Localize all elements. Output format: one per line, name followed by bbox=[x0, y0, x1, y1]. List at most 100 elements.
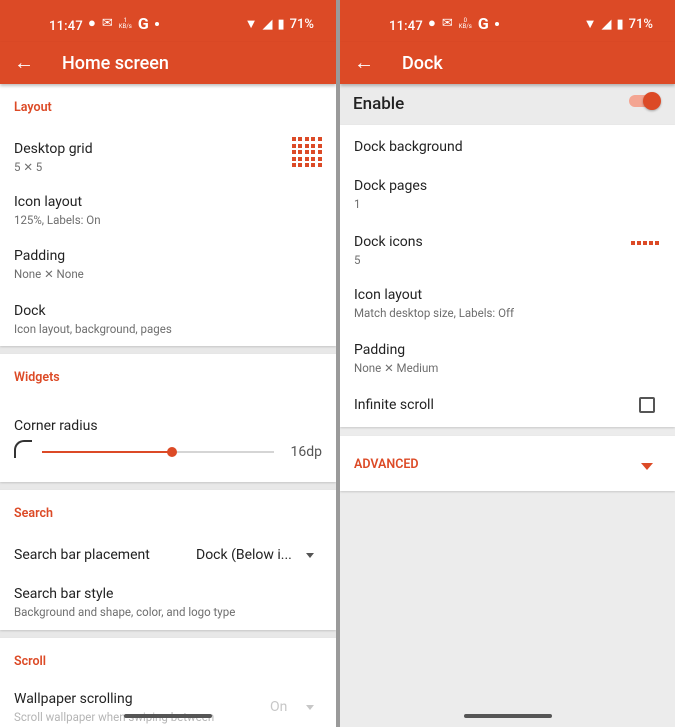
mail-icon: ✉ bbox=[441, 16, 453, 31]
padding-title: Padding bbox=[14, 248, 66, 264]
gesture-home-bar[interactable] bbox=[124, 714, 212, 718]
enable-label: Enable bbox=[353, 94, 405, 114]
dock-background-row[interactable]: Dock background bbox=[340, 139, 675, 155]
search-bar-placement-row[interactable]: Search bar placement Dock (Below i... bbox=[0, 547, 336, 563]
padding-row[interactable]: Padding None ✕ None bbox=[0, 248, 336, 281]
gesture-home-bar[interactable] bbox=[463, 714, 552, 718]
icon-layout-title: Icon layout bbox=[354, 287, 423, 303]
enable-row[interactable]: Enable bbox=[340, 84, 675, 125]
wallpaper-scrolling-row[interactable]: Wallpaper scrolling Scroll wallpaper whe… bbox=[0, 691, 336, 724]
slider-fill bbox=[42, 451, 172, 453]
screenshot-composite: 11:47 ● ✉ 1 KB/s G ▼ ◢ ▮ 71% ← Home scree… bbox=[0, 0, 675, 727]
signal-icon: ◢ bbox=[601, 16, 612, 32]
search-bar-style-title: Search bar style bbox=[14, 586, 114, 602]
battery-icon: ▮ bbox=[616, 16, 624, 32]
dropdown-arrow-icon[interactable] bbox=[306, 705, 314, 710]
dock-icons-row[interactable]: Dock icons 5 bbox=[340, 234, 675, 267]
dock-pages-subtitle: 1 bbox=[354, 197, 361, 211]
icon-layout-subtitle: Match desktop size, Labels: Off bbox=[354, 306, 514, 320]
dock-options-card: Dock background Dock pages 1 Dock icons … bbox=[340, 125, 675, 427]
battery-percent: 71% bbox=[289, 17, 314, 32]
expand-arrow-icon[interactable] bbox=[641, 463, 653, 470]
mail-icon: ✉ bbox=[101, 16, 113, 31]
corner-radius-value: 16dp bbox=[290, 444, 323, 460]
dock-background-title: Dock background bbox=[354, 139, 463, 155]
desktop-grid-title: Desktop grid bbox=[14, 141, 93, 157]
section-header-scroll: Scroll bbox=[14, 654, 47, 669]
dock-title: Dock bbox=[14, 303, 46, 319]
back-arrow-icon[interactable]: ← bbox=[354, 52, 374, 72]
battery-percent: 71% bbox=[628, 17, 653, 32]
padding-subtitle: None ✕ None bbox=[14, 267, 84, 281]
wifi-icon: ▼ bbox=[583, 16, 597, 32]
corner-radius-title-row: Corner radius bbox=[0, 418, 336, 434]
section-header-layout: Layout bbox=[14, 100, 52, 115]
icon-layout-title: Icon layout bbox=[14, 194, 83, 210]
status-bar: 11:47 ● ✉ 1 KB/s G ▼ ◢ ▮ 71% bbox=[0, 0, 336, 42]
dock-icons-subtitle: 5 bbox=[354, 253, 361, 267]
icon-layout-row[interactable]: Icon layout 125%, Labels: On bbox=[0, 194, 336, 227]
notification-icons: ● ✉ 1 KB/s G bbox=[88, 14, 159, 33]
signal-icon: ◢ bbox=[262, 16, 273, 32]
layout-card: Layout Desktop grid 5 ✕ 5 Icon layout 12… bbox=[0, 84, 336, 346]
wifi-icon: ▼ bbox=[244, 16, 258, 32]
network-speed-icon: 0 KB/s bbox=[458, 17, 472, 30]
chat-icon: ● bbox=[88, 16, 96, 31]
padding-row[interactable]: Padding None ✕ Medium bbox=[340, 342, 675, 375]
dock-settings: 11:47 ● ✉ 0 KB/s G ▼ ◢ ▮ 71% ← Dock Enabl… bbox=[340, 0, 675, 727]
search-bar-placement-value[interactable]: Dock (Below i... bbox=[196, 547, 292, 563]
desktop-grid-subtitle: 5 ✕ 5 bbox=[14, 160, 43, 174]
google-icon: G bbox=[477, 14, 489, 33]
infinite-scroll-title: Infinite scroll bbox=[354, 397, 434, 413]
battery-icon: ▮ bbox=[277, 16, 285, 32]
section-header-widgets: Widgets bbox=[14, 370, 60, 385]
padding-title: Padding bbox=[354, 342, 406, 358]
wallpaper-scrolling-value[interactable]: On bbox=[270, 699, 287, 715]
more-notifications-dot bbox=[154, 22, 159, 26]
search-bar-style-subtitle: Background and shape, color, and logo ty… bbox=[14, 605, 236, 619]
back-arrow-icon[interactable]: ← bbox=[14, 52, 34, 72]
dock-icons-preview-icon bbox=[631, 241, 659, 245]
icon-layout-subtitle: 125%, Labels: On bbox=[14, 213, 101, 227]
google-icon: G bbox=[137, 14, 149, 33]
app-bar: ← Dock bbox=[340, 42, 675, 84]
chat-icon: ● bbox=[428, 16, 436, 31]
icon-layout-row[interactable]: Icon layout Match desktop size, Labels: … bbox=[340, 287, 675, 320]
corner-radius-slider[interactable] bbox=[42, 447, 274, 457]
search-card: Search Search bar placement Dock (Below … bbox=[0, 490, 336, 630]
status-bar: 11:47 ● ✉ 0 KB/s G ▼ ◢ ▮ 71% bbox=[340, 0, 675, 42]
dropdown-arrow-icon[interactable] bbox=[306, 553, 314, 558]
slider-thumb[interactable] bbox=[166, 447, 177, 457]
system-icons: ▼ ◢ ▮ 71% bbox=[245, 17, 314, 32]
corner-radius-icon bbox=[14, 440, 32, 458]
network-speed-icon: 1 KB/s bbox=[118, 17, 132, 30]
home-screen-settings: 11:47 ● ✉ 1 KB/s G ▼ ◢ ▮ 71% ← Home scree… bbox=[0, 0, 336, 727]
more-notifications-dot bbox=[494, 22, 499, 26]
dock-pages-row[interactable]: Dock pages 1 bbox=[340, 178, 675, 211]
status-time: 11:47 bbox=[389, 19, 423, 34]
advanced-label: ADVANCED bbox=[354, 457, 419, 472]
dock-row[interactable]: Dock Icon layout, background, pages bbox=[0, 303, 336, 336]
advanced-card[interactable]: ADVANCED bbox=[340, 436, 675, 491]
section-header-search: Search bbox=[14, 506, 53, 521]
widgets-card: Widgets Corner radius 16dp bbox=[0, 354, 336, 482]
app-bar: ← Home screen bbox=[0, 42, 336, 84]
dock-icons-title: Dock icons bbox=[354, 234, 423, 250]
desktop-grid-row[interactable]: Desktop grid 5 ✕ 5 bbox=[0, 137, 336, 174]
page-title: Home screen bbox=[62, 53, 169, 74]
advanced-row[interactable]: ADVANCED bbox=[340, 457, 675, 472]
dock-subtitle: Icon layout, background, pages bbox=[14, 322, 172, 336]
page-title: Dock bbox=[402, 53, 443, 74]
toggle-knob bbox=[643, 92, 661, 110]
notification-icons: ● ✉ 0 KB/s G bbox=[428, 14, 499, 33]
corner-radius-title: Corner radius bbox=[14, 418, 98, 434]
search-bar-style-row[interactable]: Search bar style Background and shape, c… bbox=[0, 586, 336, 619]
padding-subtitle: None ✕ Medium bbox=[354, 361, 439, 375]
grid-icon bbox=[291, 137, 322, 168]
enable-toggle[interactable] bbox=[629, 92, 661, 110]
dock-pages-title: Dock pages bbox=[354, 178, 428, 194]
infinite-scroll-row[interactable]: Infinite scroll bbox=[340, 397, 675, 413]
status-time: 11:47 bbox=[49, 19, 83, 34]
system-icons: ▼ ◢ ▮ 71% bbox=[584, 17, 653, 32]
infinite-scroll-checkbox[interactable] bbox=[639, 397, 655, 413]
